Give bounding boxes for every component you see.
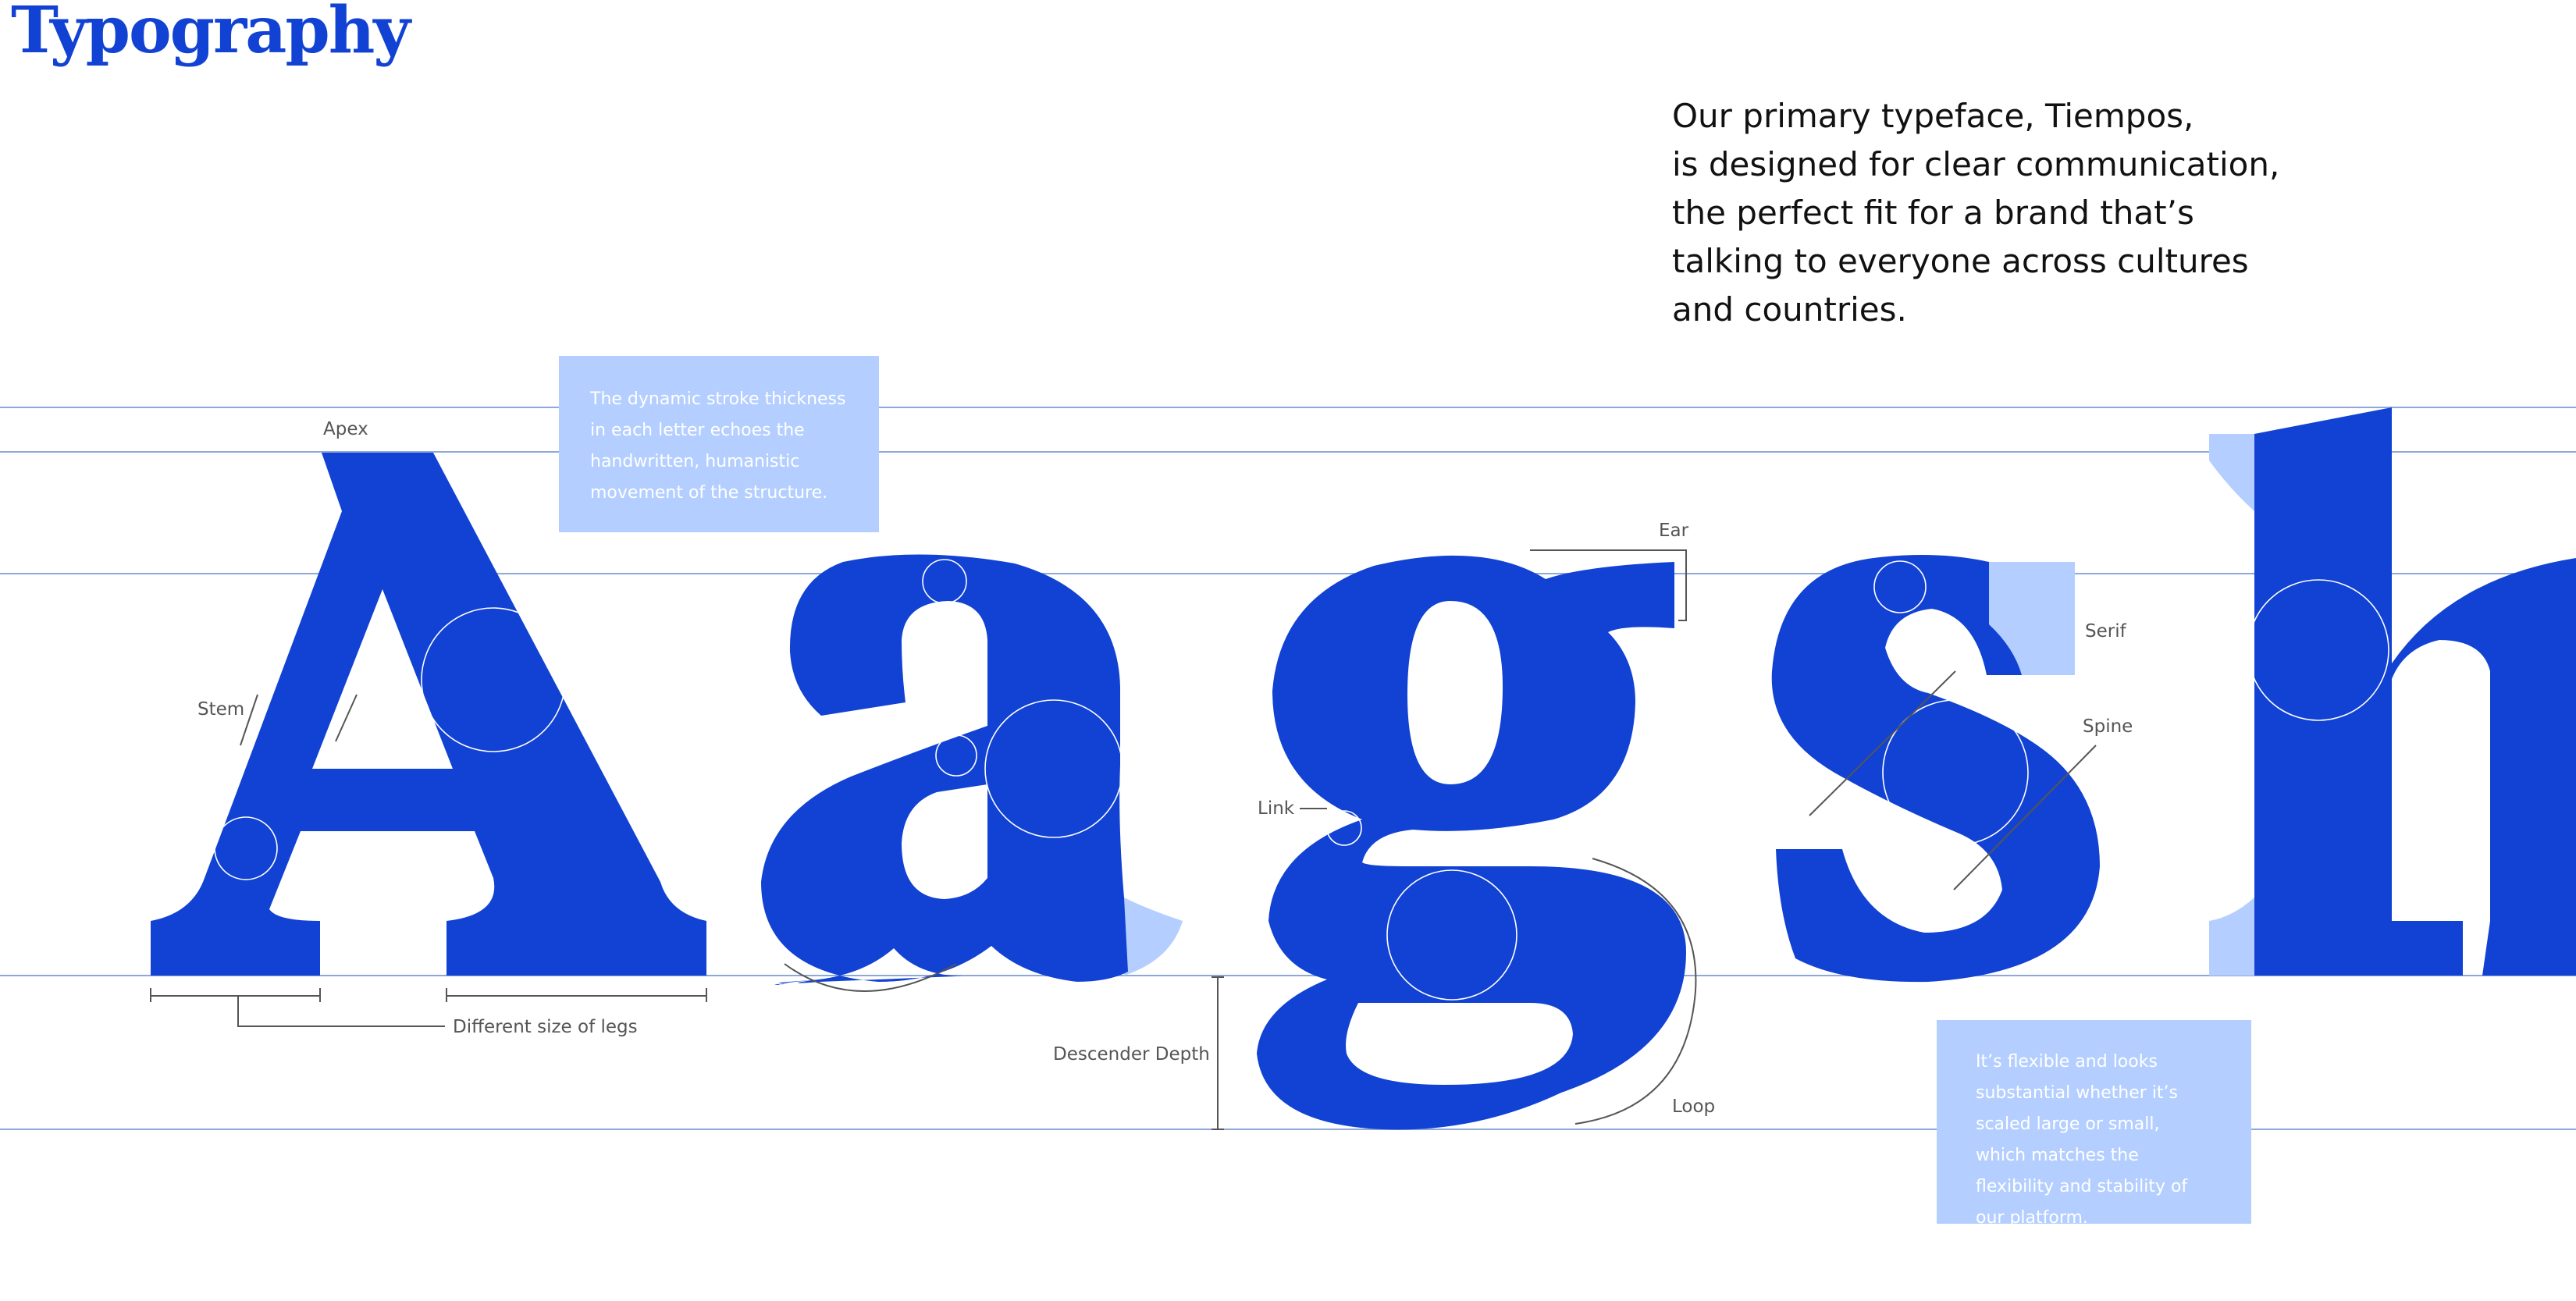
glyph-g [1257, 555, 1686, 1130]
label-serif: Serif [2085, 621, 2127, 642]
stem-pointer-inner [335, 694, 358, 742]
serif-accent-h-foot [2209, 898, 2254, 976]
stroke-note: The dynamic stroke thickness in each let… [559, 356, 879, 532]
label-link: Link [1258, 798, 1295, 819]
legs-bracket-right [446, 988, 707, 1002]
serif-accent-a-tail [1124, 898, 1183, 976]
label-descender-depth: Descender Depth [1053, 1044, 1210, 1065]
serif-accent-h-top [2209, 434, 2254, 511]
label-legs: Different size of legs [453, 1017, 638, 1037]
glyph-a [761, 554, 1128, 985]
label-apex: Apex [323, 419, 368, 439]
label-spine: Spine [2083, 716, 2133, 737]
label-stem: Stem [197, 699, 244, 720]
descender-bracket [1212, 976, 1224, 1130]
glyph-h [2254, 407, 2576, 976]
label-ear: Ear [1659, 521, 1689, 541]
label-loop: Loop [1672, 1097, 1715, 1117]
legs-connector [237, 996, 445, 1027]
flexible-note: It’s flexible and looks substantial whet… [1937, 1020, 2251, 1228]
legs-bracket-left [150, 988, 321, 1002]
